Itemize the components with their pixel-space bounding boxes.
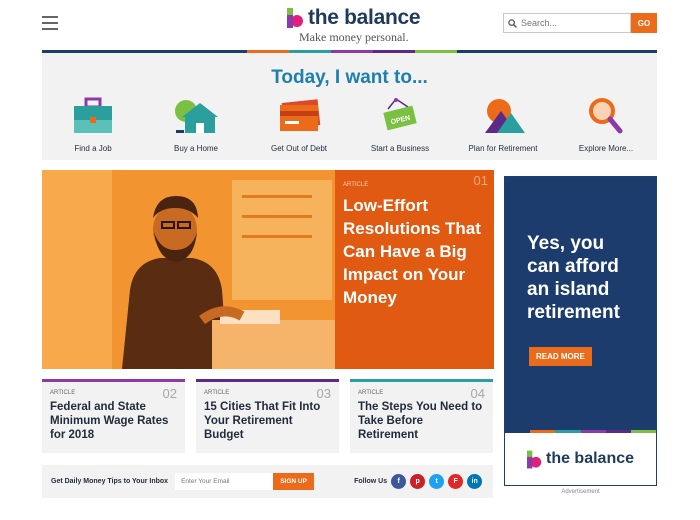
hero-number: 01: [473, 173, 488, 188]
hero-headline[interactable]: Low-Effort Resolutions That Can Have a B…: [343, 194, 486, 309]
hero-article[interactable]: ARTICLE 01 Low-Effort Resolutions That C…: [42, 170, 494, 369]
category-label: Explore More...: [578, 144, 634, 153]
newsletter-label: Get Daily Money Tips to Your Inbox: [51, 478, 169, 485]
tagline: Make money personal.: [299, 30, 409, 44]
ad-headline: Yes, you can afford an island retirement: [527, 233, 620, 323]
brand-name: the balance: [308, 6, 421, 29]
category-label: Plan for Retirement: [468, 144, 538, 153]
credit-card-icon: [280, 99, 321, 131]
article-card[interactable]: ARTICLE 04 The Steps You Need to Take Be…: [350, 379, 493, 453]
search-icon: [508, 18, 517, 28]
follow-us-label: Follow Us: [354, 478, 388, 485]
menu-button[interactable]: [42, 16, 58, 30]
card-kicker: ARTICLE: [50, 390, 76, 396]
card-number: 03: [316, 386, 331, 401]
category-explore-more[interactable]: Explore More...: [561, 97, 651, 153]
ad-banner: Yes, you can afford an island retirement…: [505, 177, 656, 430]
search-field[interactable]: [503, 13, 631, 33]
today-panel: Today, I want to... Find a Job Buy a Hom…: [42, 53, 657, 160]
facebook-icon[interactable]: f: [391, 474, 407, 489]
signup-button[interactable]: SIGN UP: [273, 473, 315, 490]
open-sign-icon: OPEN: [383, 98, 417, 131]
advertisement[interactable]: Yes, you can afford an island retirement…: [504, 176, 657, 486]
ad-brand: the balance: [545, 450, 635, 467]
site-logo[interactable]: the balance: [287, 6, 421, 30]
email-input[interactable]: [175, 473, 274, 490]
category-label: Buy a Home: [173, 144, 219, 153]
linkedin-icon[interactable]: in: [467, 474, 483, 489]
briefcase-icon: [74, 97, 112, 133]
house-icon: [175, 100, 218, 133]
newsletter-bar: Get Daily Money Tips to Your Inbox SIGN …: [42, 465, 493, 498]
card-kicker: ARTICLE: [358, 390, 384, 396]
flipboard-icon[interactable]: F: [448, 474, 464, 489]
hero-image: [42, 170, 335, 369]
menu-bar: [42, 16, 58, 18]
category-start-a-business[interactable]: OPEN Start a Business: [355, 97, 445, 153]
brand-b-icon: [526, 450, 542, 468]
pinterest-icon[interactable]: p: [410, 474, 426, 489]
ad-color-stripe: [505, 430, 657, 433]
category-buy-a-home[interactable]: Buy a Home: [151, 97, 241, 153]
search-input[interactable]: [521, 18, 621, 28]
menu-bar: [42, 22, 58, 24]
category-label: Get Out of Debt: [270, 144, 328, 153]
article-card[interactable]: ARTICLE 03 15 Cities That Fit Into Your …: [196, 379, 339, 453]
card-number: 04: [470, 386, 485, 401]
today-title: Today, I want to...: [271, 67, 428, 88]
ad-caption: Advertisement: [561, 489, 600, 495]
hero-photo-illustration: [42, 170, 335, 369]
brand-b-icon: [287, 8, 303, 28]
menu-bar: [42, 28, 58, 30]
search-go-button[interactable]: GO: [631, 13, 657, 33]
hero-kicker: ARTICLE: [343, 182, 369, 188]
article-card[interactable]: ARTICLE 02 Federal and State Minimum Wag…: [42, 379, 185, 453]
card-number: 02: [162, 386, 177, 401]
search-form: GO: [503, 13, 657, 33]
category-plan-for-retirement[interactable]: Plan for Retirement: [458, 97, 548, 153]
twitter-icon[interactable]: t: [429, 474, 445, 489]
category-label: Start a Business: [370, 144, 430, 153]
card-title[interactable]: The Steps You Need to Take Before Retire…: [358, 400, 485, 442]
hero-text-panel: ARTICLE 01 Low-Effort Resolutions That C…: [335, 170, 494, 369]
mountain-sun-icon: [485, 99, 525, 133]
category-label: Find a Job: [74, 144, 112, 153]
card-kicker: ARTICLE: [204, 390, 230, 396]
magnifier-icon: [589, 98, 623, 134]
card-title[interactable]: 15 Cities That Fit Into Your Retirement …: [204, 400, 331, 442]
ad-read-more-button[interactable]: READ MORE: [529, 347, 592, 366]
category-find-a-job[interactable]: Find a Job: [48, 97, 138, 153]
card-title[interactable]: Federal and State Minimum Wage Rates for…: [50, 400, 177, 442]
ad-logo-area: the balance: [505, 433, 656, 485]
category-get-out-of-debt[interactable]: Get Out of Debt: [254, 97, 344, 153]
